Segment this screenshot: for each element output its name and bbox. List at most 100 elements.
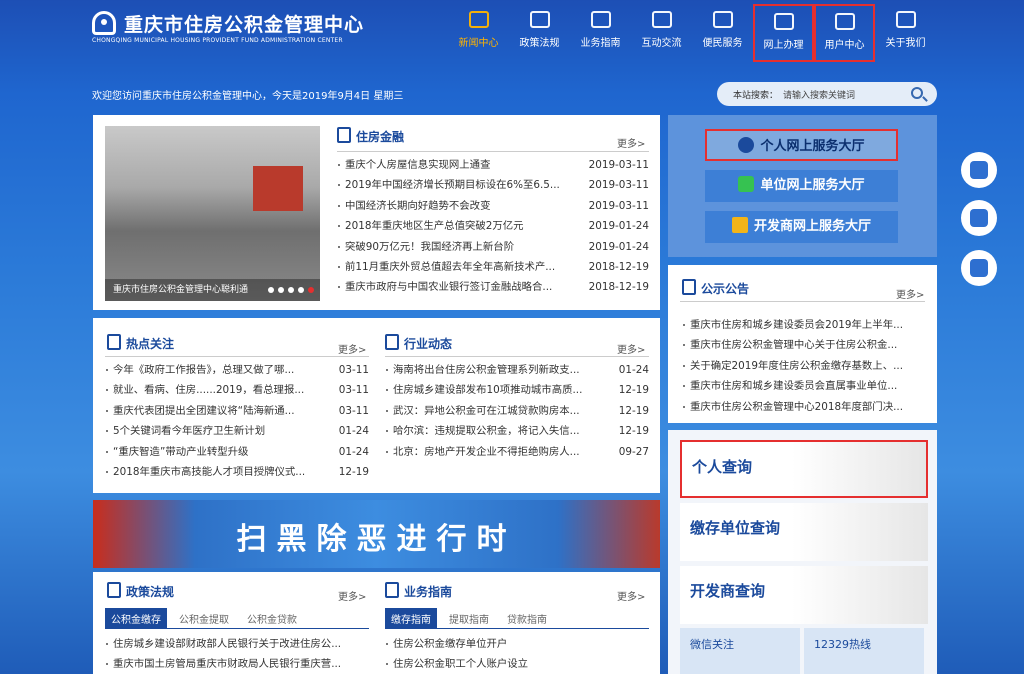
list-item[interactable]: 重庆市住房公积金管理中心2018年度部门决... [682,397,912,417]
search-input[interactable]: 请输入搜索关键词 [783,88,855,101]
developer-service-button[interactable]: 开发商网上服务大厅 [705,211,898,243]
list-item[interactable]: 海南将出台住房公积金管理系列新政支... 01-24 [385,360,649,380]
list-item[interactable]: “重庆智造”带动产业转型升级 01-24 [105,442,369,462]
policy-list: 住房城乡建设部财政部人民银行关于改进住房公... 重庆市国土房管局重庆市财政局人… [105,634,369,674]
monitor-icon [773,13,794,30]
nav-about[interactable]: 关于我们 [875,4,936,62]
news-photo-carousel[interactable]: 重庆市住房公积金管理中心聪利通 [105,126,320,301]
list-item[interactable]: 住房城乡建设部发布10项推动城市高质... 12-19 [385,380,649,400]
service-icon [712,11,733,28]
notice-panel: 公示公告 更多> 重庆市住房和城乡建设委员会2019年上半年... 重庆市住房公… [668,265,937,423]
nav-guide[interactable]: 业务指南 [570,4,631,62]
list-item[interactable]: 重庆市国土房管局重庆市财政局人民银行重庆营... [105,654,369,674]
list-item[interactable]: 5个关键词看今年医疗卫生新计划 01-24 [105,421,369,441]
list-item[interactable]: 住房公积金缴存单位开户 [385,634,649,654]
personal-query-card[interactable]: 个人查询 [680,440,928,498]
list-item[interactable]: 重庆市政府与中国农业银行签订金融战略合... 2018-12-19 [337,277,649,297]
list-item[interactable]: 今年《政府工作报告》，总理又做了哪... 03-11 [105,360,369,380]
customer-service-button[interactable] [961,250,997,286]
list-item[interactable]: 重庆市住房和城乡建设委员会2019年上半年... [682,315,912,335]
building-icon [738,176,755,192]
divider [105,628,369,629]
carousel-dots[interactable] [268,287,314,293]
developer-query-card[interactable]: 开发商查询 [680,566,928,624]
notice-title: 公示公告 [682,279,749,297]
search-label: 本站搜索： [733,91,779,101]
unit-query-card[interactable]: 缴存单位查询 [680,503,928,561]
finance-more-link[interactable]: 更多> [617,135,645,150]
headset-icon [970,259,988,277]
tab-withdraw-guide[interactable]: 提取指南 [443,608,495,629]
divider [385,628,649,629]
list-item[interactable]: 前11月重庆外贸总值超去年全年高新技术产... 2018-12-19 [337,257,649,277]
tab-withdraw[interactable]: 公积金提取 [173,608,235,629]
nav-services[interactable]: 便民服务 [692,4,753,62]
search-icon[interactable] [911,87,923,99]
main-nav: 新闻中心 政策法规 业务指南 互动交流 便民服务 网上办理 用户中心 关于我们 [448,4,936,64]
hot-title: 热点关注 [107,334,174,352]
chat-icon [651,11,672,28]
list-item[interactable]: 2018年重庆市高技能人才项目授牌仪式... 12-19 [105,462,369,482]
nav-policy[interactable]: 政策法规 [509,4,570,62]
guide-more-link[interactable]: 更多> [617,588,645,603]
finance-title: 住房金融 [337,127,404,145]
list-item[interactable]: 就业、看病、住房......2019，看总理报... 03-11 [105,380,369,400]
nav-interaction[interactable]: 互动交流 [631,4,692,62]
guide-tabs: 缴存指南 提取指南 贷款指南 [385,608,559,629]
list-item[interactable]: 关于确定2019年度住房公积金缴存基数上、... [682,356,912,376]
app-download-button[interactable] [961,152,997,188]
app-icon [970,161,988,179]
divider [680,301,925,302]
industry-title: 行业动态 [385,334,452,352]
industry-more-link[interactable]: 更多> [617,341,645,356]
policy-tabs: 公积金缴存 公积金提取 公积金贷款 [105,608,309,629]
nav-news[interactable]: 新闻中心 [448,4,509,62]
newspaper-icon [468,11,489,28]
wechat-icon [970,209,988,227]
list-item[interactable]: 2019年中国经济增长预期目标设在6%至6.5... 2019-03-11 [337,175,649,195]
nav-user-center[interactable]: 用户中心 [814,4,875,62]
site-title: 重庆市住房公积金管理中心 [124,14,365,36]
list-item[interactable]: 住房城乡建设部财政部人民银行关于改进住房公... [105,634,369,654]
notice-list: 重庆市住房和城乡建设委员会2019年上半年... 重庆市住房公积金管理中心关于住… [682,315,912,417]
hotline-link[interactable]: 12329热线 [804,628,924,674]
divider [385,356,649,357]
person-icon [738,137,755,153]
policy-more-link[interactable]: 更多> [338,588,366,603]
anti-crime-banner[interactable]: 扫黑除恶进行时 [93,500,660,568]
list-item[interactable]: 重庆代表团提出全团建议将“陆海新通... 03-11 [105,401,369,421]
personal-service-button[interactable]: 个人网上服务大厅 [705,129,898,161]
user-headset-icon [834,13,855,30]
list-item[interactable]: 住房公积金职工个人账户设立 [385,654,649,674]
house-logo-icon [92,11,116,35]
search-bar[interactable]: 本站搜索： 请输入搜索关键词 [717,82,937,106]
tab-deposit-guide[interactable]: 缴存指南 [385,608,437,629]
list-item[interactable]: 中国经济长期向好趋势不会改变 2019-03-11 [337,196,649,216]
list-item[interactable]: 北京：房地产开发企业不得拒绝购房人... 09-27 [385,442,649,462]
wechat-button[interactable] [961,200,997,236]
list-item[interactable]: 突破90万亿元！我国经济再上新台阶 2019-01-24 [337,237,649,257]
tab-deposit[interactable]: 公积金缴存 [105,608,167,629]
list-item[interactable]: 重庆市住房和城乡建设委员会直属事业单位... [682,376,912,396]
list-item[interactable]: 重庆市住房公积金管理中心关于住房公积金... [682,335,912,355]
tab-loan[interactable]: 公积金贷款 [241,608,303,629]
book-icon [529,11,550,28]
site-logo[interactable]: 重庆市住房公积金管理中心 CHONGQING MUNICIPAL HOUSING… [92,10,382,46]
unit-service-button[interactable]: 单位网上服务大厅 [705,170,898,202]
tab-loan-guide[interactable]: 贷款指南 [501,608,553,629]
list-item[interactable]: 重庆个人房屋信息实现网上通查 2019-03-11 [337,155,649,175]
welcome-text: 欢迎您访问重庆市住房公积金管理中心，今天是2019年9月4日 星期三 [92,91,404,102]
hot-list: 今年《政府工作报告》，总理又做了哪... 03-11 就业、看病、住房......… [105,360,369,482]
finance-list: 重庆个人房屋信息实现网上通查 2019-03-11 2019年中国经济增长预期目标… [337,155,649,298]
hot-more-link[interactable]: 更多> [338,341,366,356]
list-item[interactable]: 哈尔滨：违规提取公积金，将记入失信... 12-19 [385,421,649,441]
industry-list: 海南将出台住房公积金管理系列新政支... 01-24 住房城乡建设部发布10项推动… [385,360,649,462]
guide-title: 业务指南 [385,582,452,600]
guide-list: 住房公积金缴存单位开户 住房公积金职工个人账户设立 [385,634,649,674]
list-item[interactable]: 2018年重庆地区生产总值突破2万亿元 2019-01-24 [337,216,649,236]
list-item[interactable]: 武汉：异地公积金可在江城贷款购房本... 12-19 [385,401,649,421]
document-icon [590,11,611,28]
wechat-follow-link[interactable]: 微信关注 [680,628,800,674]
nav-online[interactable]: 网上办理 [753,4,814,62]
notice-more-link[interactable]: 更多> [896,286,924,301]
